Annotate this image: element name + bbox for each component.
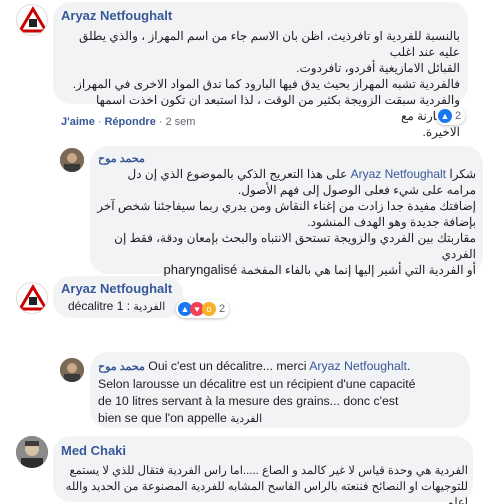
reaction-summary[interactable]: ▲ 2 xyxy=(436,107,466,125)
comment-author[interactable]: Med Chaki xyxy=(61,443,126,458)
comment-text: شكرا Aryaz Netfoughalt على هذا التعريج ا… xyxy=(97,167,476,277)
like-reaction-icon: ▲ xyxy=(438,109,452,123)
warning-sign-icon xyxy=(17,6,47,33)
profile-photo-icon xyxy=(16,436,48,468)
reply-button[interactable]: Répondre xyxy=(104,116,155,128)
comment-author[interactable]: محمد موح xyxy=(98,361,145,373)
reaction-summary[interactable]: ▲ ♥ o 2 xyxy=(176,300,230,318)
profile-photo-icon xyxy=(60,358,84,382)
wow-reaction-icon: o xyxy=(202,302,216,316)
comment-text: décalitre 1 : الفردية xyxy=(68,299,166,313)
comment-author[interactable]: محمد موح xyxy=(98,152,145,165)
comment-author[interactable]: Aryaz Netfoughalt xyxy=(61,8,172,23)
like-button[interactable]: J'aime xyxy=(61,116,95,128)
comment-text: محمد موح Oui c'est un décalitre... merci… xyxy=(98,359,416,425)
mention-link[interactable]: Aryaz Netfoughalt xyxy=(309,359,407,373)
mention-link[interactable]: Aryaz Netfoughalt xyxy=(351,167,446,181)
comment-text: الفردية هي وحدة قياس لا غير كالمد و الصا… xyxy=(65,465,468,504)
profile-photo-icon xyxy=(60,148,84,172)
comment-actions: J'aime · Répondre · 2 sem xyxy=(61,116,196,128)
avatar-aryaz[interactable] xyxy=(16,4,48,36)
avatar-mohamed[interactable] xyxy=(60,358,84,382)
comment-author[interactable]: Aryaz Netfoughalt xyxy=(61,281,172,296)
avatar-mohamed[interactable] xyxy=(60,148,84,172)
avatar-aryaz[interactable] xyxy=(16,282,48,314)
comment-time[interactable]: 2 sem xyxy=(166,116,196,128)
warning-sign-icon xyxy=(17,284,47,311)
avatar-med-chaki[interactable] xyxy=(16,436,48,468)
